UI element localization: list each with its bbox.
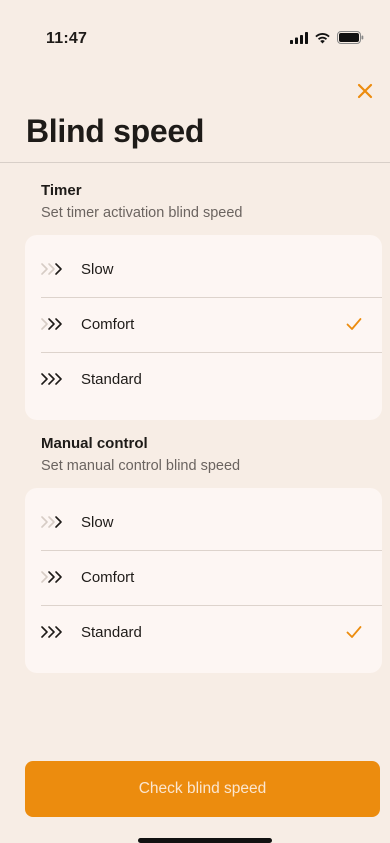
speed-comfort-icon [41, 318, 62, 330]
speed-comfort-icon [41, 571, 62, 583]
option-label: Standard [81, 371, 142, 388]
speed-slow-icon [41, 516, 62, 528]
status-icons [290, 31, 364, 44]
title-divider [0, 162, 390, 163]
timer-option-slow[interactable]: Slow [25, 242, 382, 297]
close-icon [357, 83, 373, 99]
wifi-icon [315, 32, 330, 43]
section-header-timer: Timer Set timer activation blind speed [41, 181, 243, 222]
option-label: Standard [81, 624, 142, 641]
section-header-manual: Manual control Set manual control blind … [41, 434, 240, 475]
timer-speed-list: Slow Comfort Standard [25, 235, 382, 420]
section-title: Manual control [41, 435, 148, 452]
timer-option-comfort[interactable]: Comfort [25, 297, 382, 352]
speed-slow-icon [41, 263, 62, 275]
option-label: Slow [81, 514, 114, 531]
status-bar: 11:47 [0, 0, 390, 54]
manual-option-comfort[interactable]: Comfort [25, 550, 382, 605]
close-button[interactable] [352, 78, 378, 104]
page-title: Blind speed [26, 113, 205, 149]
checkmark-icon [346, 626, 362, 638]
speed-standard-icon [41, 626, 62, 638]
home-indicator [138, 838, 272, 843]
section-subtitle: Set manual control blind speed [41, 458, 241, 474]
checkmark-icon [346, 318, 362, 330]
timer-option-standard[interactable]: Standard [25, 352, 382, 407]
status-time: 11:47 [46, 30, 88, 47]
manual-speed-list: Slow Comfort Standard [25, 488, 382, 673]
check-blind-speed-button[interactable]: Check blind speed [25, 761, 380, 817]
option-label: Comfort [81, 569, 135, 586]
battery-icon [337, 31, 364, 44]
section-title: Timer [41, 182, 82, 199]
manual-option-standard[interactable]: Standard [25, 605, 382, 660]
signal-icon [290, 31, 308, 44]
option-label: Slow [81, 261, 114, 278]
option-label: Comfort [81, 316, 135, 333]
manual-option-slow[interactable]: Slow [25, 495, 382, 550]
speed-standard-icon [41, 373, 62, 385]
section-subtitle: Set timer activation blind speed [41, 205, 243, 221]
